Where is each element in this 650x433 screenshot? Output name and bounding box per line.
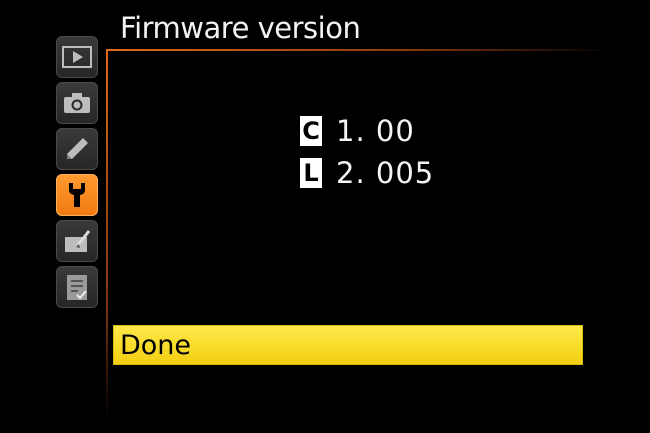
my-menu-icon	[63, 272, 91, 302]
tab-shooting-menu[interactable]	[56, 82, 98, 124]
firmware-version-value: 2. 005	[336, 156, 435, 190]
pencil-icon	[63, 135, 91, 163]
camera-icon	[62, 91, 92, 115]
firmware-row-c: C 1. 00	[300, 112, 434, 150]
wrench-icon	[65, 180, 89, 210]
tab-my-menu[interactable]	[56, 266, 98, 308]
firmware-badge: C	[300, 116, 322, 146]
firmware-badge: L	[300, 158, 322, 188]
tab-setup-menu[interactable]	[56, 174, 98, 216]
tab-retouch-menu[interactable]	[56, 220, 98, 262]
firmware-row-l: L 2. 005	[300, 154, 434, 192]
frame-top-line	[106, 49, 610, 51]
firmware-version-value: 1. 00	[336, 114, 415, 148]
tab-playback-menu[interactable]	[56, 36, 98, 78]
tab-custom-settings-menu[interactable]	[56, 128, 98, 170]
firmware-version-list: C 1. 00 L 2. 005	[300, 112, 434, 196]
page-title: Firmware version	[120, 11, 361, 45]
frame-left-line	[106, 49, 108, 419]
done-button[interactable]: Done	[113, 325, 583, 365]
playback-icon	[62, 46, 92, 68]
retouch-icon	[62, 228, 92, 254]
